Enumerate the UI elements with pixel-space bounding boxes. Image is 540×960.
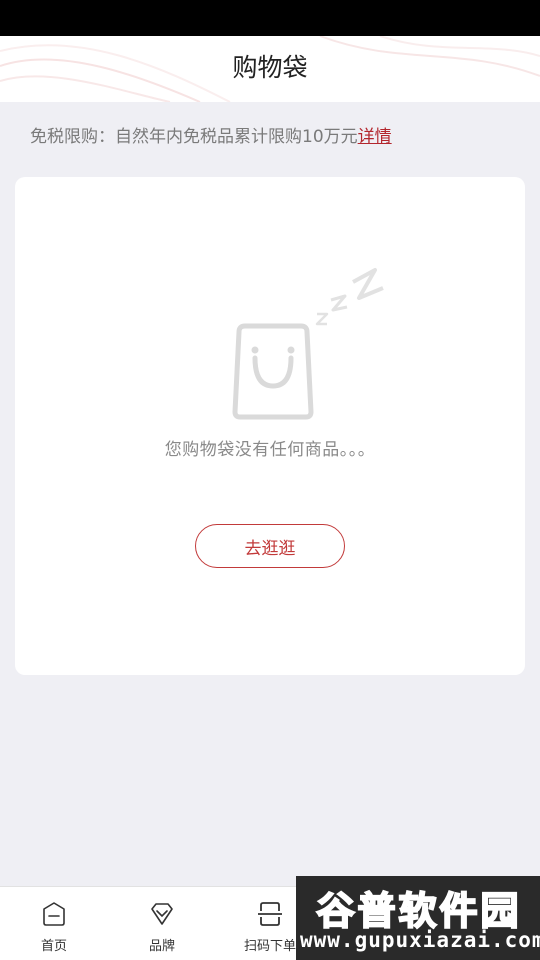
home-icon: [43, 902, 65, 926]
duty-free-notice: 免税限购：自然年内免税品累计限购10万元详情: [30, 123, 392, 151]
page-title: 购物袋: [232, 53, 308, 82]
tab-brand-label: 品牌: [148, 939, 175, 954]
details-link[interactable]: 详情: [358, 127, 392, 147]
go-shopping-button[interactable]: 去逛逛: [195, 524, 345, 568]
scan-icon: [258, 902, 282, 926]
status-bar: [0, 0, 540, 36]
header: 购物袋: [0, 36, 540, 102]
tab-scan-order-label: 扫码下单: [243, 939, 296, 954]
empty-cart-card: 您购物袋没有任何商品。。。 去逛逛: [15, 177, 525, 675]
empty-cart-message: 您购物袋没有任何商品。。。: [164, 440, 376, 460]
empty-bag-icon: [232, 268, 384, 420]
tab-home-label: 首页: [40, 939, 67, 954]
tab-home[interactable]: 首页: [0, 887, 108, 960]
watermark-title: 谷普软件园: [315, 888, 522, 934]
watermark-url: www.gupuxiazai.com: [300, 928, 540, 952]
site-watermark: 谷普软件园 www.gupuxiazai.com: [296, 876, 540, 960]
brand-icon: [151, 903, 173, 925]
duty-free-notice-text: 免税限购：自然年内免税品累计限购10万元: [30, 127, 358, 147]
tab-brand[interactable]: 品牌: [108, 887, 216, 960]
